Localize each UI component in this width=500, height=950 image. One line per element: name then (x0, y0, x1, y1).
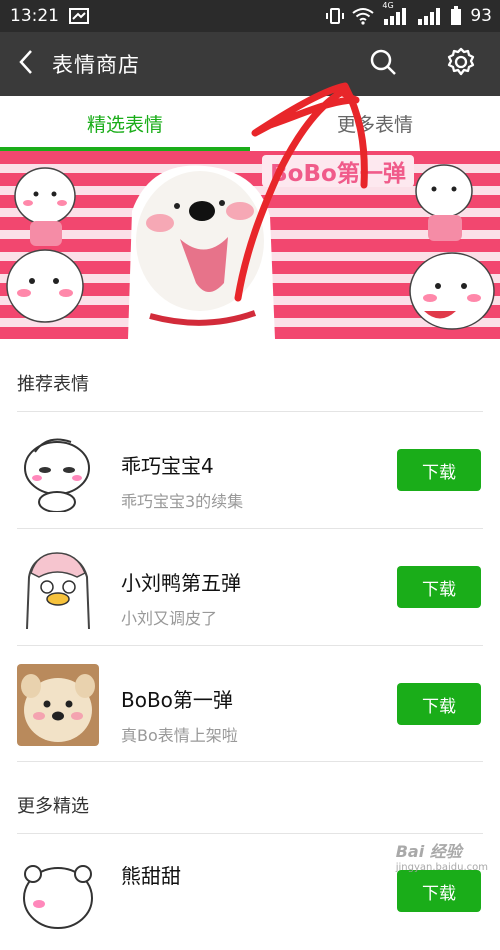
network-label: 4G (382, 1, 394, 10)
status-bar: 13:21 4G 93 (0, 0, 500, 32)
sticker-thumbnail (17, 852, 99, 934)
item-description: 小刘又调皮了 (121, 609, 218, 628)
item-name: BoBo第一弹 (121, 688, 233, 712)
wifi-icon (352, 7, 374, 25)
item-name: 熊甜甜 (121, 864, 181, 888)
download-button[interactable]: 下载 (397, 870, 481, 912)
gear-icon (446, 47, 476, 81)
section-title-recommended: 推荐表情 (17, 374, 89, 395)
message-icon (69, 8, 89, 24)
item-name: 乖巧宝宝4 (121, 454, 214, 478)
signal-icon (416, 7, 442, 25)
vibrate-icon (326, 7, 345, 25)
list-item[interactable]: 乖巧宝宝4 乖巧宝宝3的续集 下载 (0, 412, 500, 528)
list-item[interactable]: 小刘鸭第五弹 小刘又调皮了 下载 (0, 529, 500, 645)
download-button[interactable]: 下载 (397, 566, 481, 608)
item-name: 小刘鸭第五弹 (121, 571, 241, 595)
page-title: 表情商店 (52, 53, 140, 77)
status-time: 13:21 (10, 6, 59, 26)
settings-button[interactable] (422, 32, 500, 96)
watermark: Bai 经验 jingyan.baidu.com (396, 838, 488, 873)
section-title-more: 更多精选 (17, 796, 89, 817)
banner-art (6, 164, 495, 339)
item-description: 真Bo表情上架啦 (121, 726, 238, 745)
signal-4g-icon: 4G (382, 1, 408, 25)
watermark-url: jingyan.baidu.com (395, 862, 488, 873)
list-item[interactable]: BoBo第一弹 真Bo表情上架啦 下载 (0, 646, 500, 762)
featured-banner[interactable]: BoBo第一弹 (0, 151, 500, 339)
sticker-thumbnail (17, 547, 99, 629)
download-button[interactable]: 下载 (397, 683, 481, 725)
tab-bar: 精选表情 更多表情 (0, 96, 500, 151)
tab-featured-stickers[interactable]: 精选表情 (0, 96, 250, 151)
battery-level: 93 (470, 6, 492, 26)
search-icon (369, 48, 397, 80)
back-button[interactable] (0, 32, 52, 96)
search-button[interactable] (344, 32, 422, 96)
divider (17, 761, 483, 762)
chevron-left-icon (18, 49, 34, 79)
sticker-thumbnail (17, 664, 99, 746)
sticker-thumbnail (17, 430, 99, 512)
title-bar: 表情商店 (0, 32, 500, 96)
watermark-text: Bai 经验 (395, 842, 462, 861)
tab-more-stickers[interactable]: 更多表情 (250, 96, 500, 151)
item-description: 乖巧宝宝3的续集 (121, 492, 244, 511)
banner-title: BoBo第一弹 (262, 155, 414, 187)
download-button[interactable]: 下载 (397, 449, 481, 491)
battery-icon (450, 6, 462, 26)
